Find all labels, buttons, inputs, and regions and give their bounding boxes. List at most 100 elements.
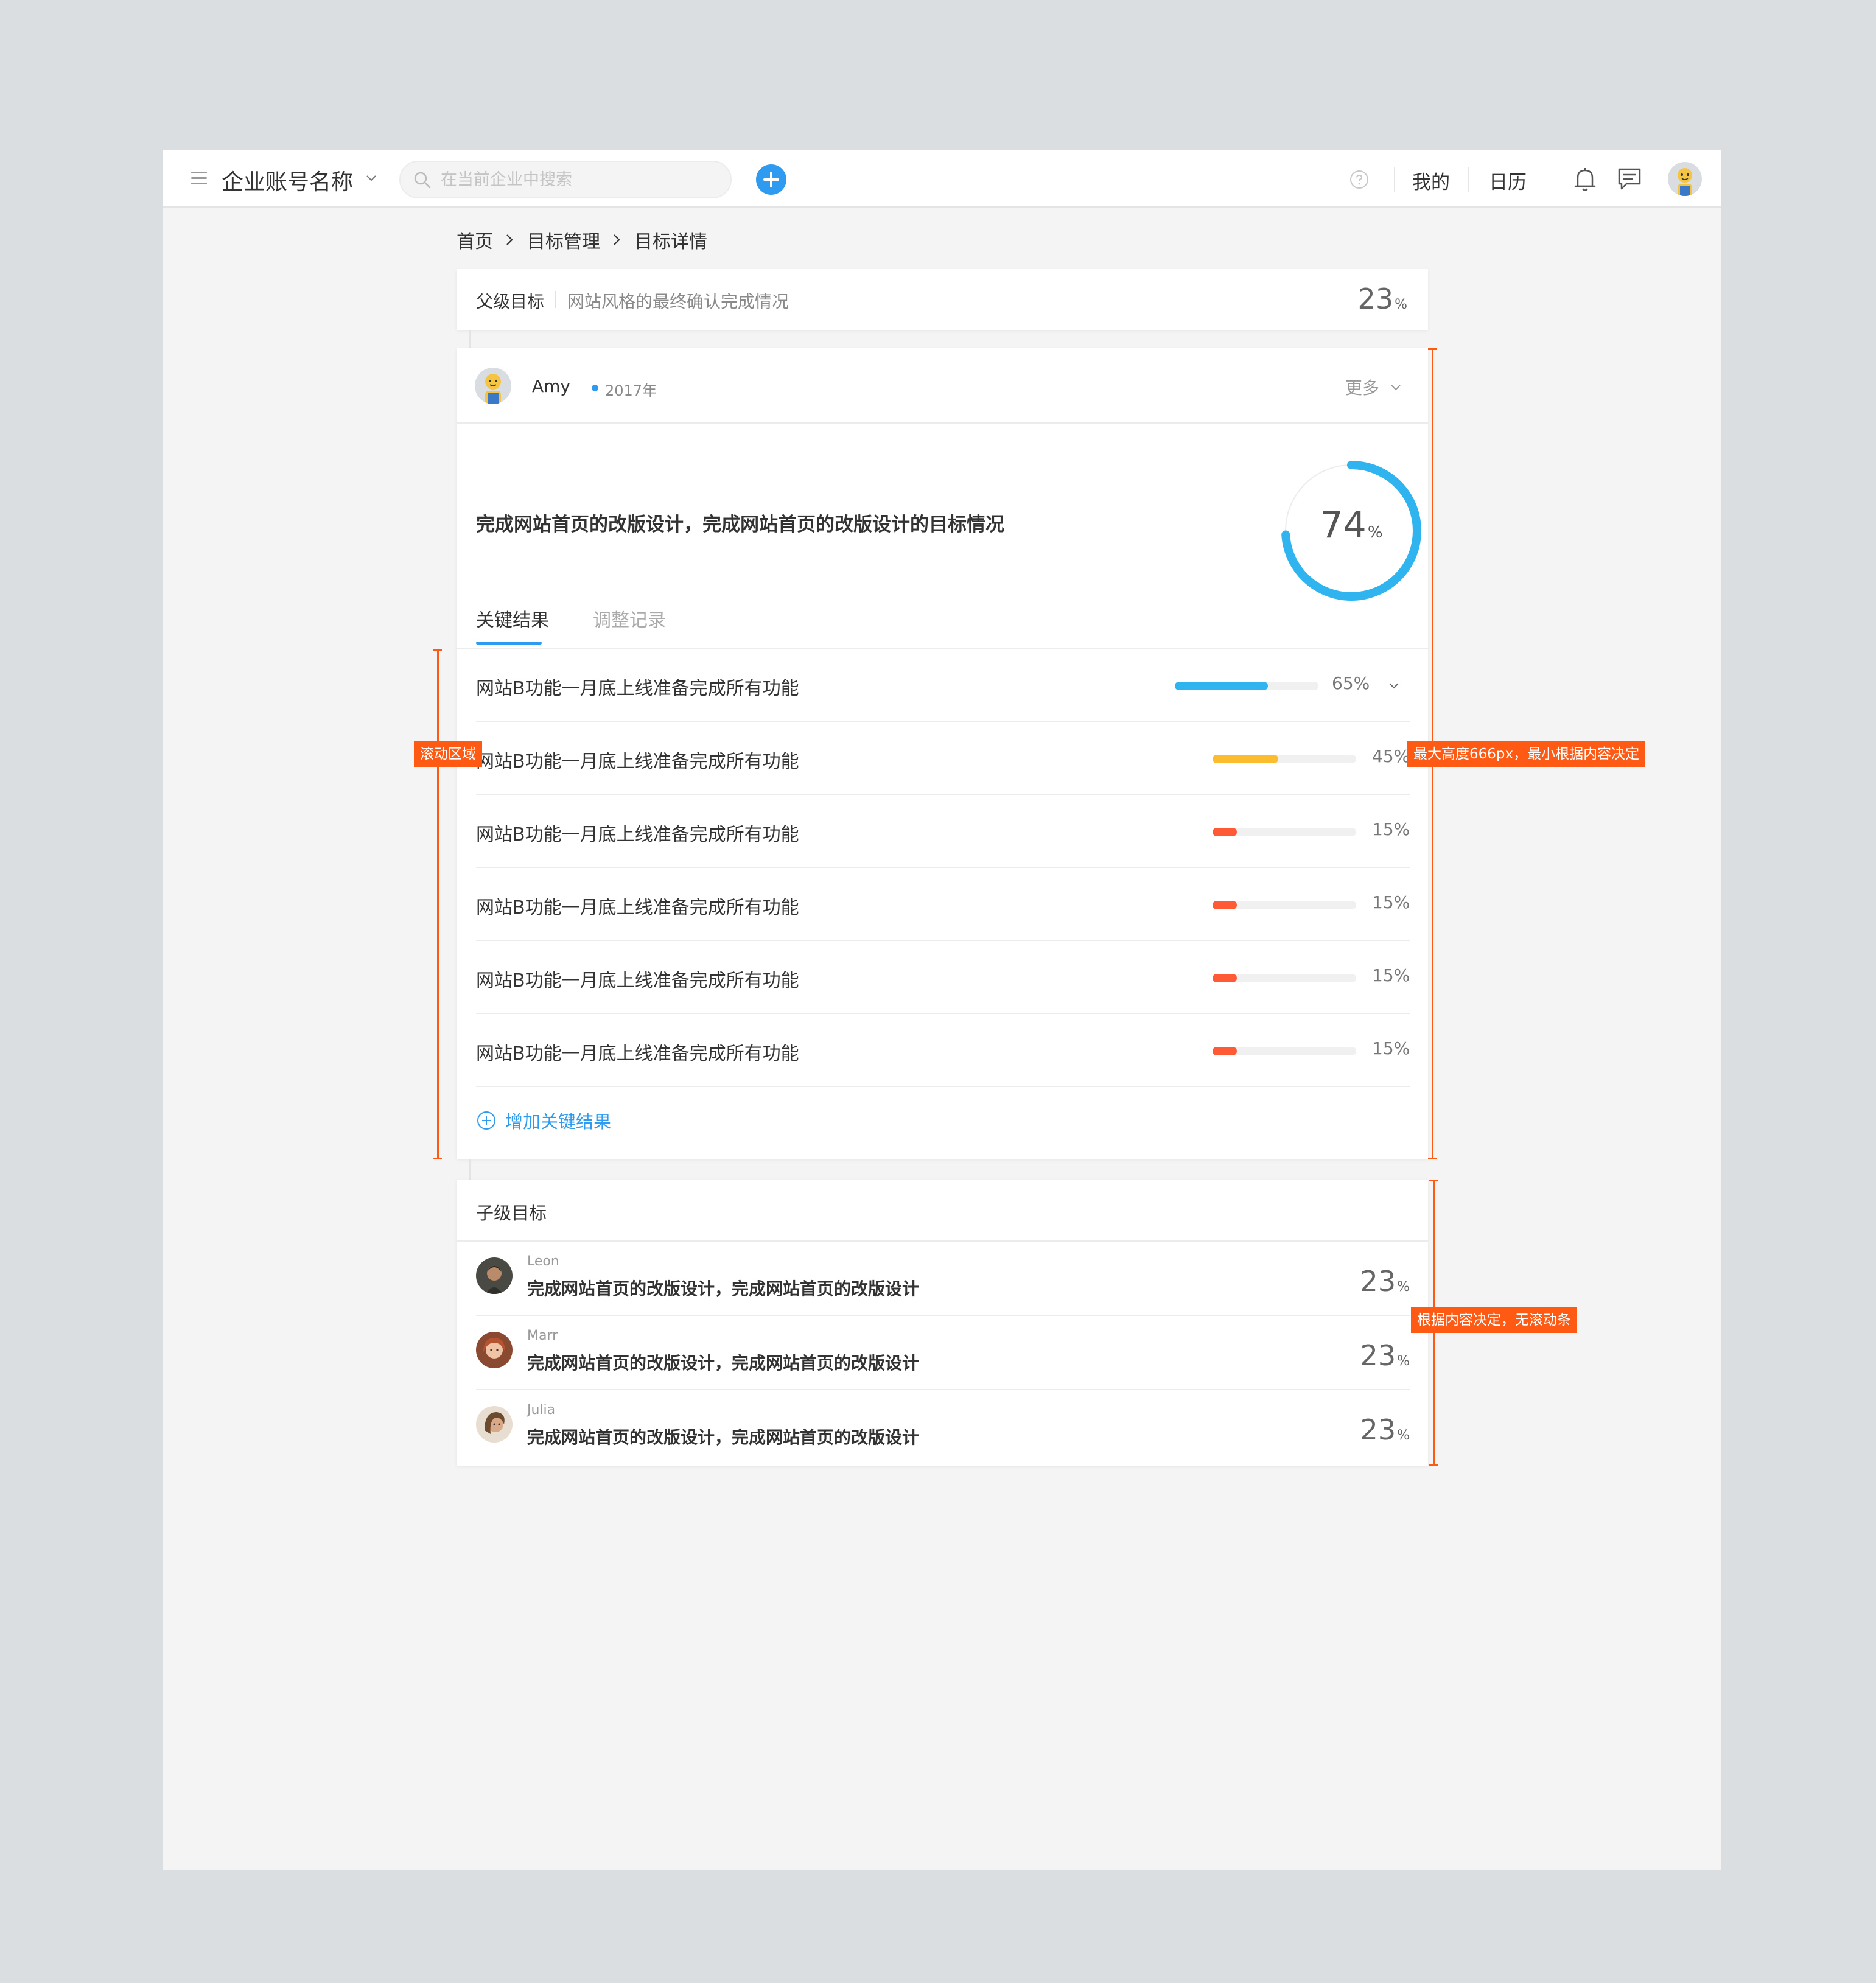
objective-progress-ring: 74% <box>1278 458 1424 604</box>
key-result-title: 网站B功能一月底上线准备完成所有功能 <box>476 824 799 845</box>
key-result-progress-fill <box>1213 901 1237 909</box>
annotation-cap <box>1429 1180 1438 1181</box>
message-icon[interactable] <box>1617 167 1642 191</box>
key-result-row[interactable]: 网站B功能一月底上线准备完成所有功能 65% <box>476 649 1410 722</box>
child-goal-percent: 23% <box>1360 1413 1410 1446</box>
parent-goal-title: 网站风格的最终确认完成情况 <box>567 292 789 312</box>
chevron-down-icon[interactable] <box>1385 677 1402 694</box>
breadcrumb-item-home[interactable]: 首页 <box>457 226 493 253</box>
key-result-percent: 15% <box>1372 819 1410 839</box>
key-result-percent: 15% <box>1372 892 1410 912</box>
top-bar: 企业账号名称 我的 日历 <box>163 150 1721 208</box>
more-button[interactable]: 更多 <box>1345 375 1404 399</box>
chevron-down-icon <box>1391 385 1401 391</box>
child-goal-row[interactable]: Leon 完成网站首页的改版设计，完成网站首页的改版设计 23% <box>476 1242 1410 1316</box>
company-name[interactable]: 企业账号名称 <box>222 164 353 196</box>
annotation-scroll-area-line <box>437 649 439 1159</box>
key-result-row[interactable]: 网站B功能一月底上线准备完成所有功能 45% <box>476 722 1410 795</box>
key-result-progress-fill <box>1175 682 1268 690</box>
breadcrumb-item-goal-detail: 目标详情 <box>634 231 707 253</box>
add-button[interactable] <box>756 164 786 195</box>
objective-year: 2017年 <box>605 382 657 399</box>
annotation-cap <box>433 649 442 651</box>
parent-goal-percent: 23% <box>1357 282 1407 315</box>
child-goal-percent: 23% <box>1360 1339 1410 1372</box>
app-frame: 企业账号名称 我的 日历 首页 目标管理 目标详情 父级目标 网站风格的最终确认… <box>163 150 1721 1870</box>
tab-key-results[interactable]: 关键结果 <box>476 605 549 632</box>
search-input[interactable] <box>441 162 721 197</box>
key-result-row[interactable]: 网站B功能一月底上线准备完成所有功能 15% <box>476 868 1410 941</box>
child-goal-title: 完成网站首页的改版设计，完成网站首页的改版设计 <box>527 1427 920 1447</box>
child-goal-title: 完成网站首页的改版设计，完成网站首页的改版设计 <box>527 1353 920 1373</box>
divider <box>1468 167 1469 192</box>
owner-avatar <box>475 368 511 404</box>
year-dot <box>592 385 598 391</box>
child-goal-percent: 23% <box>1360 1265 1410 1298</box>
chevron-right-icon <box>614 234 620 245</box>
user-avatar[interactable] <box>1668 162 1702 196</box>
key-result-title: 网站B功能一月底上线准备完成所有功能 <box>476 897 799 918</box>
key-result-progress-track <box>1175 682 1318 690</box>
annotation-cap <box>433 1158 442 1159</box>
breadcrumb-item-goal-management[interactable]: 目标管理 <box>527 226 600 253</box>
child-owner-name: Julia <box>527 1402 556 1418</box>
parent-goal-label: 父级目标 <box>476 292 545 312</box>
tab-adjust-log[interactable]: 调整记录 <box>593 605 666 632</box>
key-result-progress-track <box>1213 974 1356 982</box>
child-goal-row[interactable]: Marr 完成网站首页的改版设计，完成网站首页的改版设计 23% <box>476 1316 1410 1390</box>
key-result-row[interactable]: 网站B功能一月底上线准备完成所有功能 15% <box>476 941 1410 1014</box>
help-icon[interactable] <box>1349 169 1370 190</box>
child-goal-title: 完成网站首页的改版设计，完成网站首页的改版设计 <box>527 1279 920 1299</box>
breadcrumb: 首页 目标管理 目标详情 <box>457 226 707 253</box>
add-key-result-button[interactable]: 增加关键结果 <box>476 1108 611 1133</box>
key-result-title: 网站B功能一月底上线准备完成所有功能 <box>476 678 799 699</box>
child-goals-header: 子级目标 <box>476 1203 547 1223</box>
tab-active-indicator <box>476 642 542 645</box>
key-result-percent: 65% <box>1332 673 1370 693</box>
divider <box>555 291 556 308</box>
annotation-scroll-area-tag: 滚动区域 <box>414 741 482 767</box>
key-result-progress-track <box>1213 828 1356 836</box>
key-result-progress-track <box>1213 1047 1356 1055</box>
hamburger-menu-icon[interactable] <box>191 172 207 185</box>
key-result-row[interactable]: 网站B功能一月底上线准备完成所有功能 15% <box>476 795 1410 868</box>
annotation-cap <box>1428 1158 1437 1159</box>
more-label: 更多 <box>1345 378 1380 398</box>
child-avatar <box>476 1406 513 1443</box>
child-goals-card: 子级目标 Leon 完成网站首页的改版设计，完成网站首页的改版设计 23% Ma… <box>457 1180 1428 1466</box>
connector-line <box>469 1159 471 1180</box>
nav-calendar[interactable]: 日历 <box>1489 167 1527 194</box>
key-result-percent: 45% <box>1372 746 1410 766</box>
search-icon <box>414 172 431 189</box>
owner-name: Amy <box>532 376 570 396</box>
key-result-title: 网站B功能一月底上线准备完成所有功能 <box>476 751 799 772</box>
key-result-progress-fill <box>1213 755 1278 763</box>
key-result-percent: 15% <box>1372 965 1410 985</box>
search-box[interactable] <box>399 161 732 198</box>
annotation-cap <box>1428 348 1437 350</box>
connector-line <box>469 330 471 348</box>
parent-goal-card[interactable]: 父级目标 网站风格的最终确认完成情况 23% <box>457 269 1428 330</box>
divider <box>1394 167 1395 192</box>
add-key-result-label: 增加关键结果 <box>505 1111 612 1132</box>
child-owner-name: Marr <box>527 1328 558 1343</box>
key-result-progress-fill <box>1213 974 1237 982</box>
chevron-down-icon[interactable] <box>364 170 379 185</box>
key-result-progress-fill <box>1213 1047 1237 1055</box>
objective-card: Amy 2017年 更多 完成网站首页的改版设计，完成网站首页的改版设计的目标情… <box>457 348 1428 1159</box>
key-result-progress-track <box>1213 755 1356 763</box>
objective-title: 完成网站首页的改版设计，完成网站首页的改版设计的目标情况 <box>476 514 1004 536</box>
chevron-right-icon <box>506 234 513 245</box>
key-result-percent: 15% <box>1372 1038 1410 1058</box>
annotation-no-scroll-tag: 根据内容决定，无滚动条 <box>1411 1307 1577 1333</box>
key-result-row[interactable]: 网站B功能一月底上线准备完成所有功能 15% <box>476 1014 1410 1087</box>
key-result-title: 网站B功能一月底上线准备完成所有功能 <box>476 1043 799 1065</box>
nav-mine[interactable]: 我的 <box>1412 167 1450 194</box>
child-owner-name: Leon <box>527 1254 559 1269</box>
annotation-cap <box>1429 1464 1438 1466</box>
child-avatar <box>476 1332 513 1368</box>
divider <box>457 422 1428 424</box>
child-goal-row[interactable]: Julia 完成网站首页的改版设计，完成网站首页的改版设计 23% <box>476 1390 1410 1464</box>
bell-icon[interactable] <box>1573 166 1597 194</box>
key-result-title: 网站B功能一月底上线准备完成所有功能 <box>476 970 799 991</box>
